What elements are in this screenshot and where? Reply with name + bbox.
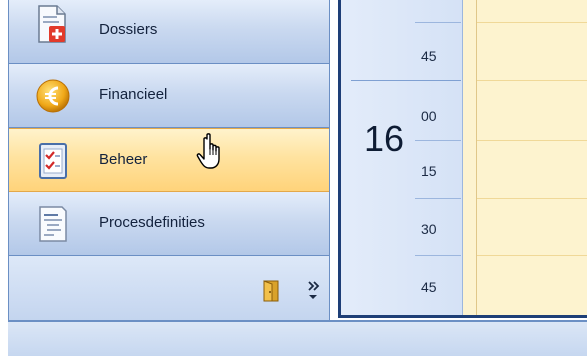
time-slot-label: 45	[421, 279, 437, 295]
day-slot-line	[477, 198, 587, 199]
navigation-pane: Dossiers Financieel Beheer Procesdefinit…	[8, 0, 330, 320]
euro-coin-icon	[36, 79, 70, 113]
day-slot-line	[477, 80, 587, 81]
door-exit-icon[interactable]	[261, 280, 281, 302]
time-ruler: 45 00 16 15 30 45	[341, 0, 463, 315]
checklist-icon	[39, 143, 67, 179]
hour-divider	[351, 80, 461, 81]
chevron-double-down-icon[interactable]	[305, 278, 321, 302]
nav-item-procesdefinities[interactable]: Procesdefinities	[9, 192, 329, 256]
slot-divider	[415, 140, 461, 141]
day-column[interactable]	[476, 0, 587, 315]
nav-item-label: Financieel	[99, 86, 168, 103]
nav-item-label: Beheer	[99, 151, 148, 168]
list-document-icon	[39, 206, 67, 242]
nav-item-label: Dossiers	[99, 21, 158, 38]
day-slot-line	[477, 255, 587, 256]
time-slot-label: 45	[421, 48, 437, 64]
nav-item-financieel[interactable]: Financieel	[9, 64, 329, 128]
nav-item-dossiers[interactable]: Dossiers	[9, 0, 329, 64]
day-slot-line	[477, 140, 587, 141]
time-slot-label: 00	[421, 108, 437, 124]
nav-item-label: Procesdefinities	[99, 214, 205, 231]
hand-pointer-icon	[196, 133, 220, 169]
time-slot-label: 15	[421, 163, 437, 179]
hour-label: 16	[364, 118, 405, 159]
time-slot-label: 30	[421, 221, 437, 237]
bottom-bar	[8, 320, 587, 356]
calendar-day-view: 45 00 16 15 30 45	[338, 0, 587, 318]
slot-divider	[415, 255, 461, 256]
slot-divider	[415, 22, 461, 23]
slot-divider	[415, 198, 461, 199]
nav-item-beheer[interactable]: Beheer	[9, 128, 329, 192]
day-slot-line	[477, 22, 587, 23]
nav-footer	[9, 256, 329, 320]
document-add-icon	[38, 5, 66, 43]
